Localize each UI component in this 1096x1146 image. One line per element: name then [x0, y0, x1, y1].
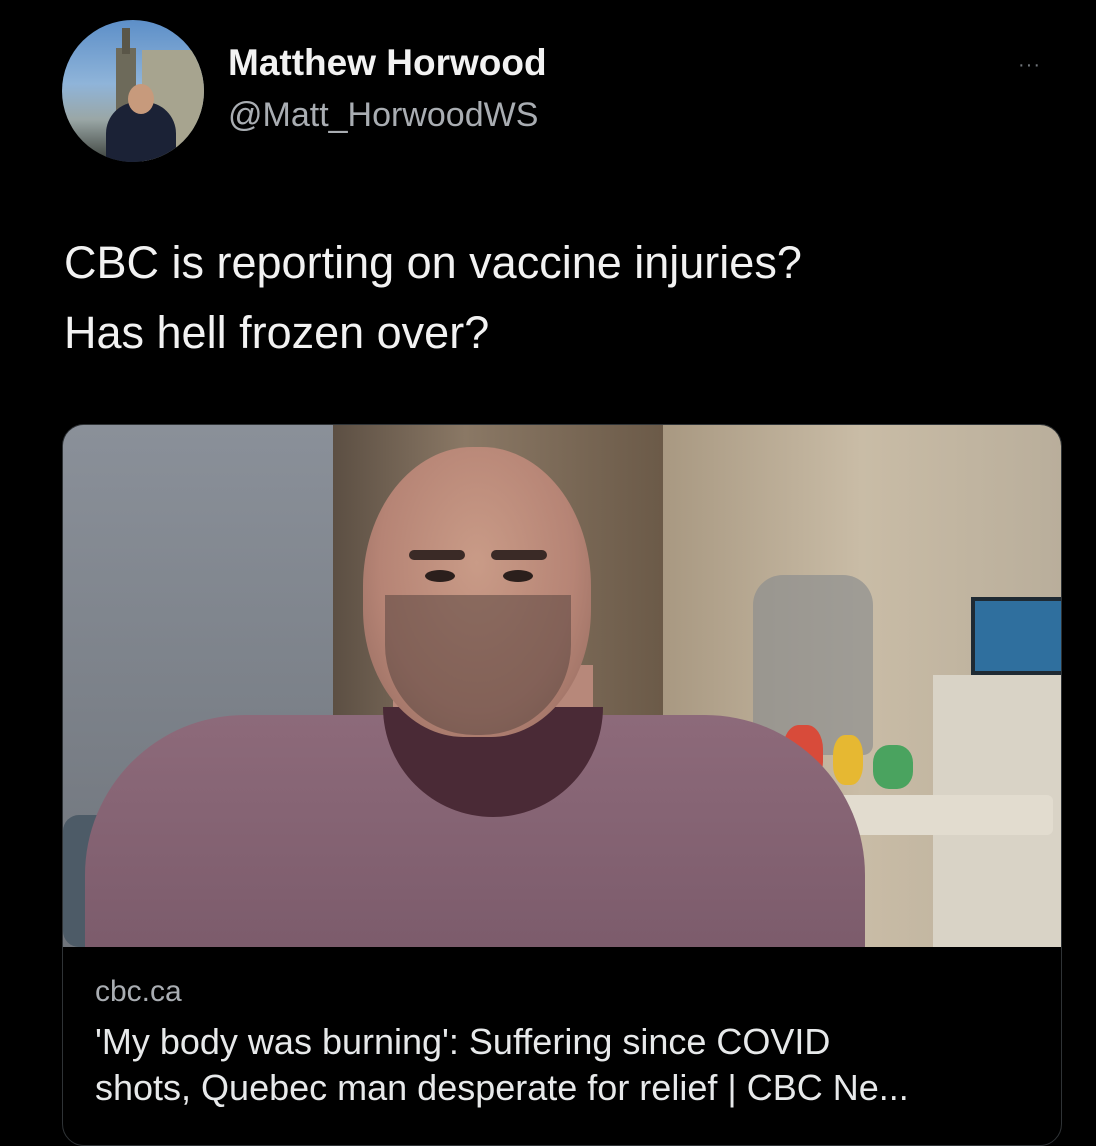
more-options-icon[interactable]: ··· [1018, 54, 1041, 77]
author-handle[interactable]: @Matt_HorwoodWS [228, 96, 538, 135]
eyebrow [409, 550, 465, 560]
link-domain: cbc.ca [95, 975, 182, 1008]
link-headline: 'My body was burning': Suffering since C… [95, 1019, 1035, 1111]
article-image[interactable] [63, 425, 1061, 947]
author-avatar[interactable] [62, 20, 204, 162]
background-monitor [971, 597, 1061, 675]
eye [425, 570, 455, 582]
headline-line: shots, Quebec man desperate for relief |… [95, 1067, 909, 1108]
card-meta[interactable]: cbc.ca 'My body was burning': Suffering … [95, 975, 1035, 1111]
avatar-spire [122, 28, 130, 54]
eyebrow [491, 550, 547, 560]
author-name[interactable]: Matthew Horwood [228, 42, 547, 84]
tweet-line: Has hell frozen over? [64, 307, 490, 358]
toy [873, 745, 913, 789]
toy [833, 735, 863, 785]
tweet-line: CBC is reporting on vaccine injuries? [64, 237, 802, 288]
eye [503, 570, 533, 582]
headline-line: 'My body was burning': Suffering since C… [95, 1021, 831, 1062]
avatar-head [128, 84, 154, 114]
tweet-text: CBC is reporting on vaccine injuries? Ha… [64, 228, 1064, 368]
link-preview-card[interactable]: cbc.ca 'My body was burning': Suffering … [62, 424, 1062, 1146]
